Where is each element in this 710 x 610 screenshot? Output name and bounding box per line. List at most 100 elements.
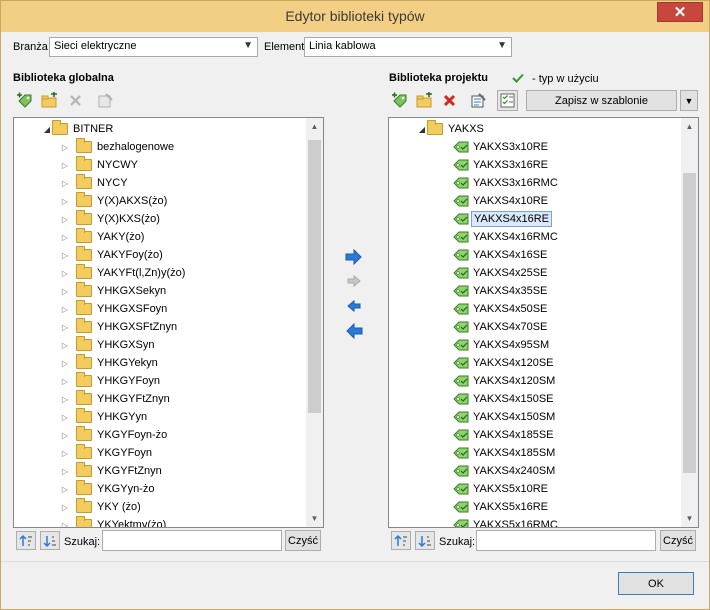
scroll-thumb[interactable] bbox=[683, 173, 696, 473]
project-sort-asc-button[interactable] bbox=[391, 531, 411, 550]
tree-root-node[interactable]: ◢ YAKXS bbox=[417, 120, 486, 138]
tree-folder-item[interactable]: ▷ NYCY bbox=[60, 174, 130, 192]
tree-folder-item[interactable]: ▷ YKGYFtZnyn bbox=[60, 462, 164, 480]
expand-triangle-icon[interactable]: ▷ bbox=[60, 300, 70, 318]
tree-folder-item[interactable]: ▷ YHKGXSFoyn bbox=[60, 300, 169, 318]
tree-type-item[interactable]: YAKXS4x150SM bbox=[453, 408, 557, 426]
global-library-tree[interactable]: ◢ BITNER ▷ bezhalogenowe ▷ NYCWY ▷ NYCY ▷ Y(X)AKX… bbox=[13, 117, 324, 528]
expand-triangle-icon[interactable]: ▷ bbox=[60, 354, 70, 372]
tree-folder-item[interactable]: ▷ YHKGYFoyn bbox=[60, 372, 162, 390]
collapse-triangle-icon[interactable]: ◢ bbox=[417, 120, 427, 138]
tree-folder-item[interactable]: ▷ YAKY(żo) bbox=[60, 228, 146, 246]
project-clear-button[interactable]: Czyść bbox=[660, 530, 696, 551]
expand-triangle-icon[interactable]: ▷ bbox=[60, 444, 70, 462]
add-type-button[interactable] bbox=[14, 90, 35, 111]
branza-select[interactable]: Sieci elektryczne ▼ bbox=[49, 37, 258, 57]
add-folder-button[interactable] bbox=[39, 90, 60, 111]
copy-left-button[interactable] bbox=[343, 296, 365, 316]
expand-triangle-icon[interactable]: ▷ bbox=[60, 228, 70, 246]
project-sort-desc-button[interactable] bbox=[415, 531, 435, 550]
expand-triangle-icon[interactable]: ▷ bbox=[60, 156, 70, 174]
expand-triangle-icon[interactable]: ▷ bbox=[60, 426, 70, 444]
expand-triangle-icon[interactable]: ▷ bbox=[60, 336, 70, 354]
ok-button[interactable]: OK bbox=[618, 572, 694, 595]
global-tree-scrollbar[interactable]: ▲ ▼ bbox=[306, 118, 323, 527]
scroll-down-icon[interactable]: ▼ bbox=[681, 510, 698, 527]
project-add-folder-button[interactable] bbox=[414, 90, 435, 111]
project-add-type-button[interactable] bbox=[389, 90, 410, 111]
tree-type-item[interactable]: YAKXS5x16RMC bbox=[453, 516, 560, 527]
tree-folder-item[interactable]: ▷ YAKYFoy(żo) bbox=[60, 246, 165, 264]
expand-triangle-icon[interactable]: ▷ bbox=[60, 210, 70, 228]
tree-type-item[interactable]: YAKXS4x185SE bbox=[453, 426, 556, 444]
tree-type-item[interactable]: YAKXS3x10RE bbox=[453, 138, 550, 156]
tree-type-item[interactable]: YAKXS4x120SM bbox=[453, 372, 557, 390]
tree-type-item[interactable]: YAKXS4x35SE bbox=[453, 282, 549, 300]
expand-triangle-icon[interactable]: ▷ bbox=[60, 390, 70, 408]
project-library-tree[interactable]: ◢ YAKXS YAKXS3x10RE YAKXS3x16RE YAKXS3x16RMC… bbox=[388, 117, 699, 528]
tree-folder-item[interactable]: ▷ YHKGXSFtZnyn bbox=[60, 318, 179, 336]
project-properties-button[interactable] bbox=[468, 90, 489, 111]
scroll-up-icon[interactable]: ▲ bbox=[306, 118, 323, 135]
expand-triangle-icon[interactable]: ▷ bbox=[60, 372, 70, 390]
expand-triangle-icon[interactable]: ▷ bbox=[60, 462, 70, 480]
expand-triangle-icon[interactable]: ▷ bbox=[60, 264, 70, 282]
copy-right-button-disabled[interactable] bbox=[343, 271, 365, 291]
tree-type-item[interactable]: YAKXS4x95SM bbox=[453, 336, 551, 354]
tree-folder-item[interactable]: ▷ YHKGXSyn bbox=[60, 336, 156, 354]
expand-triangle-icon[interactable]: ▷ bbox=[60, 318, 70, 336]
expand-triangle-icon[interactable]: ▷ bbox=[60, 246, 70, 264]
global-sort-asc-button[interactable] bbox=[16, 531, 36, 550]
tree-folder-item[interactable]: ▷ YKGYyn-żo bbox=[60, 480, 156, 498]
tree-type-item[interactable]: YAKXS4x50SE bbox=[453, 300, 549, 318]
tree-type-item[interactable]: YAKXS4x240SM bbox=[453, 462, 557, 480]
tree-folder-item[interactable]: ▷ YKY (żo) bbox=[60, 498, 143, 516]
project-tree-scrollbar[interactable]: ▲ ▼ bbox=[681, 118, 698, 527]
scroll-up-icon[interactable]: ▲ bbox=[681, 118, 698, 135]
expand-triangle-icon[interactable]: ▷ bbox=[60, 516, 70, 528]
scroll-down-icon[interactable]: ▼ bbox=[306, 510, 323, 527]
tree-type-item[interactable]: YAKXS4x120SE bbox=[453, 354, 556, 372]
expand-triangle-icon[interactable]: ▷ bbox=[60, 138, 70, 156]
tree-root-node[interactable]: ◢ BITNER bbox=[42, 120, 115, 138]
tree-type-item[interactable]: YAKXS5x10RE bbox=[453, 480, 550, 498]
copy-to-project-button[interactable] bbox=[343, 247, 365, 267]
expand-triangle-icon[interactable]: ▷ bbox=[60, 174, 70, 192]
tree-type-item[interactable]: YAKXS5x16RE bbox=[453, 498, 550, 516]
tree-type-item[interactable]: YAKXS4x10RE bbox=[453, 192, 550, 210]
tree-type-item[interactable]: YAKXS4x70SE bbox=[453, 318, 549, 336]
tree-folder-item[interactable]: ▷ YHKGYekyn bbox=[60, 354, 160, 372]
tree-type-item[interactable]: YAKXS4x16RE bbox=[453, 210, 553, 228]
project-delete-button[interactable] bbox=[439, 90, 460, 111]
global-clear-button[interactable]: Czyść bbox=[285, 530, 321, 551]
tree-folder-item[interactable]: ▷ Y(X)AKXS(żo) bbox=[60, 192, 169, 210]
tree-folder-item[interactable]: ▷ bezhalogenowe bbox=[60, 138, 176, 156]
element-select[interactable]: Linia kablowa ▼ bbox=[304, 37, 512, 57]
expand-triangle-icon[interactable]: ▷ bbox=[60, 192, 70, 210]
expand-triangle-icon[interactable]: ▷ bbox=[60, 498, 70, 516]
global-sort-desc-button[interactable] bbox=[40, 531, 60, 550]
tree-type-item[interactable]: YAKXS3x16RE bbox=[453, 156, 550, 174]
tree-folder-item[interactable]: ▷ Y(X)KXS(żo) bbox=[60, 210, 162, 228]
expand-triangle-icon[interactable]: ▷ bbox=[60, 480, 70, 498]
tree-type-item[interactable]: YAKXS4x150SE bbox=[453, 390, 556, 408]
tree-type-item[interactable]: YAKXS4x16SE bbox=[453, 246, 549, 264]
tree-folder-item[interactable]: ▷ YKGYFoyn bbox=[60, 444, 154, 462]
properties-button-disabled[interactable] bbox=[95, 90, 116, 111]
tree-type-item[interactable]: YAKXS4x16RMC bbox=[453, 228, 560, 246]
copy-to-global-button[interactable] bbox=[343, 321, 365, 341]
tree-folder-item[interactable]: ▷ NYCWY bbox=[60, 156, 140, 174]
delete-button-disabled[interactable] bbox=[65, 90, 86, 111]
tree-folder-item[interactable]: ▷ YKGYFoyn-żo bbox=[60, 426, 169, 444]
tree-folder-item[interactable]: ▷ YHKGYyn bbox=[60, 408, 149, 426]
save-template-dropdown-button[interactable]: ▼ bbox=[680, 90, 698, 111]
global-search-input[interactable] bbox=[102, 530, 282, 551]
project-search-input[interactable] bbox=[476, 530, 656, 551]
tree-type-item[interactable]: YAKXS4x185SM bbox=[453, 444, 557, 462]
in-use-filter-toggle[interactable] bbox=[497, 90, 518, 111]
expand-triangle-icon[interactable]: ▷ bbox=[60, 408, 70, 426]
collapse-triangle-icon[interactable]: ◢ bbox=[42, 120, 52, 138]
save-to-template-button[interactable]: Zapisz w szablonie bbox=[526, 90, 677, 111]
expand-triangle-icon[interactable]: ▷ bbox=[60, 282, 70, 300]
tree-folder-item[interactable]: ▷ YAKYFt(l,Zn)y(żo) bbox=[60, 264, 187, 282]
